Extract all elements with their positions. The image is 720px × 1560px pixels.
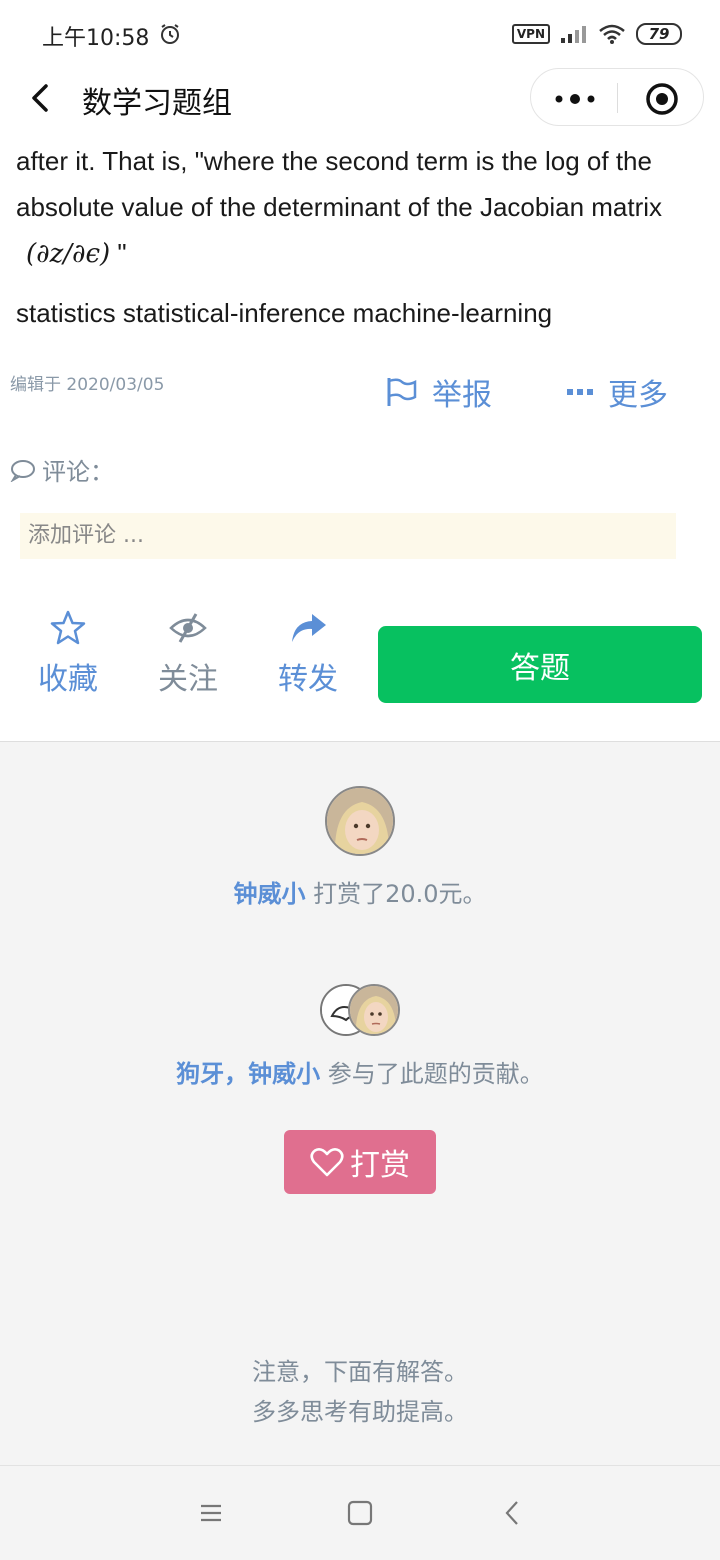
favorite-label: 收藏: [38, 662, 98, 697]
contributors-text: 狗牙，钟威小 参与了此题的贡献。: [0, 1054, 720, 1089]
page-title: 数学习题组: [82, 86, 232, 121]
comment-input[interactable]: 添加评论 ...: [20, 513, 676, 559]
vpn-badge: VPN: [511, 24, 550, 44]
signal-icon: [561, 26, 586, 43]
report-label: 举报: [432, 378, 492, 413]
capsule-divider: [617, 83, 618, 113]
reward-user-link[interactable]: 钟威小: [233, 880, 305, 908]
contribution-text: 参与了此题的贡献。: [320, 1060, 544, 1088]
status-time: 上午10:58: [42, 26, 150, 51]
reward-amount-text: 打赏了20.0元。: [305, 880, 487, 908]
quote-close: ": [110, 238, 127, 268]
edited-date: 编辑于 2020/03/05: [10, 375, 165, 395]
favorite-button[interactable]: 收藏: [28, 608, 108, 698]
nav-bar: 数学习题组: [0, 66, 720, 138]
menu-icon[interactable]: [196, 1498, 226, 1528]
contributor-link-2[interactable]: 钟威小: [248, 1060, 320, 1088]
report-button[interactable]: 举报: [384, 370, 492, 414]
solution-note: 注意，下面有解答。 多多思考有助提高。: [0, 1352, 720, 1432]
follow-button[interactable]: 关注: [148, 608, 228, 698]
body-line-2: absolute value of the determinant of the…: [16, 192, 663, 222]
star-icon: [50, 610, 86, 645]
answer-button[interactable]: 答题: [378, 626, 702, 703]
question-tags[interactable]: statistics statistical-inference machine…: [16, 298, 552, 329]
avatar[interactable]: [348, 984, 400, 1036]
contributor-separator: ，: [224, 1060, 249, 1088]
follow-label: 关注: [158, 662, 218, 697]
tip-label: 打赏: [350, 1148, 410, 1183]
share-button[interactable]: 转发: [268, 608, 348, 698]
tip-button[interactable]: 打赏: [284, 1130, 436, 1194]
note-line-2: 多多思考有助提高。: [252, 1398, 468, 1426]
avatar[interactable]: [325, 786, 395, 856]
share-arrow-icon: [292, 614, 326, 642]
avatar-photo: [350, 986, 398, 1034]
eye-slash-icon: [169, 613, 207, 643]
speech-bubble-icon: [10, 459, 35, 482]
home-icon[interactable]: [345, 1498, 375, 1528]
avatar-photo: [327, 788, 393, 854]
back-icon[interactable]: [498, 1498, 528, 1528]
alarm-icon: [161, 24, 179, 44]
more-dots-icon[interactable]: [553, 89, 597, 109]
comments-heading: 评论：: [10, 452, 114, 487]
share-label: 转发: [278, 662, 338, 697]
battery-indicator: 79: [636, 23, 682, 45]
meta-row: 编辑于 2020/03/05 举报 更多: [10, 368, 710, 418]
heart-icon: [310, 1148, 344, 1177]
question-body: after it. That is, "where the second ter…: [16, 138, 706, 277]
flag-icon: [387, 378, 417, 406]
body-line-1: after it. That is, "where the second ter…: [16, 146, 652, 176]
action-bar: 收藏 关注 转发 答题: [0, 600, 720, 720]
more-button[interactable]: 更多: [566, 370, 668, 414]
back-arrow-icon[interactable]: [22, 80, 58, 116]
contributor-link-1[interactable]: 狗牙: [176, 1060, 224, 1088]
ellipsis-icon: [567, 389, 593, 395]
wifi-icon: [599, 24, 625, 44]
status-bar: 上午10:58 VPN 79: [0, 0, 720, 66]
note-line-1: 注意，下面有解答。: [252, 1358, 468, 1386]
close-target-icon[interactable]: [645, 82, 679, 116]
reward-section: 钟威小 打赏了20.0元。 狗牙，钟威小 参与了此题的贡献。 打赏 注意，下面有…: [0, 741, 720, 1465]
more-label: 更多: [608, 378, 668, 413]
reward-text: 钟威小 打赏了20.0元。: [0, 874, 720, 909]
system-nav-bar: [0, 1465, 720, 1560]
miniprogram-capsule: [530, 68, 704, 126]
body-line-3: (∂z/∂ϵ) ": [16, 230, 706, 277]
jacobian-math: (∂z/∂ϵ): [26, 239, 111, 269]
comments-label: 评论：: [42, 458, 114, 486]
